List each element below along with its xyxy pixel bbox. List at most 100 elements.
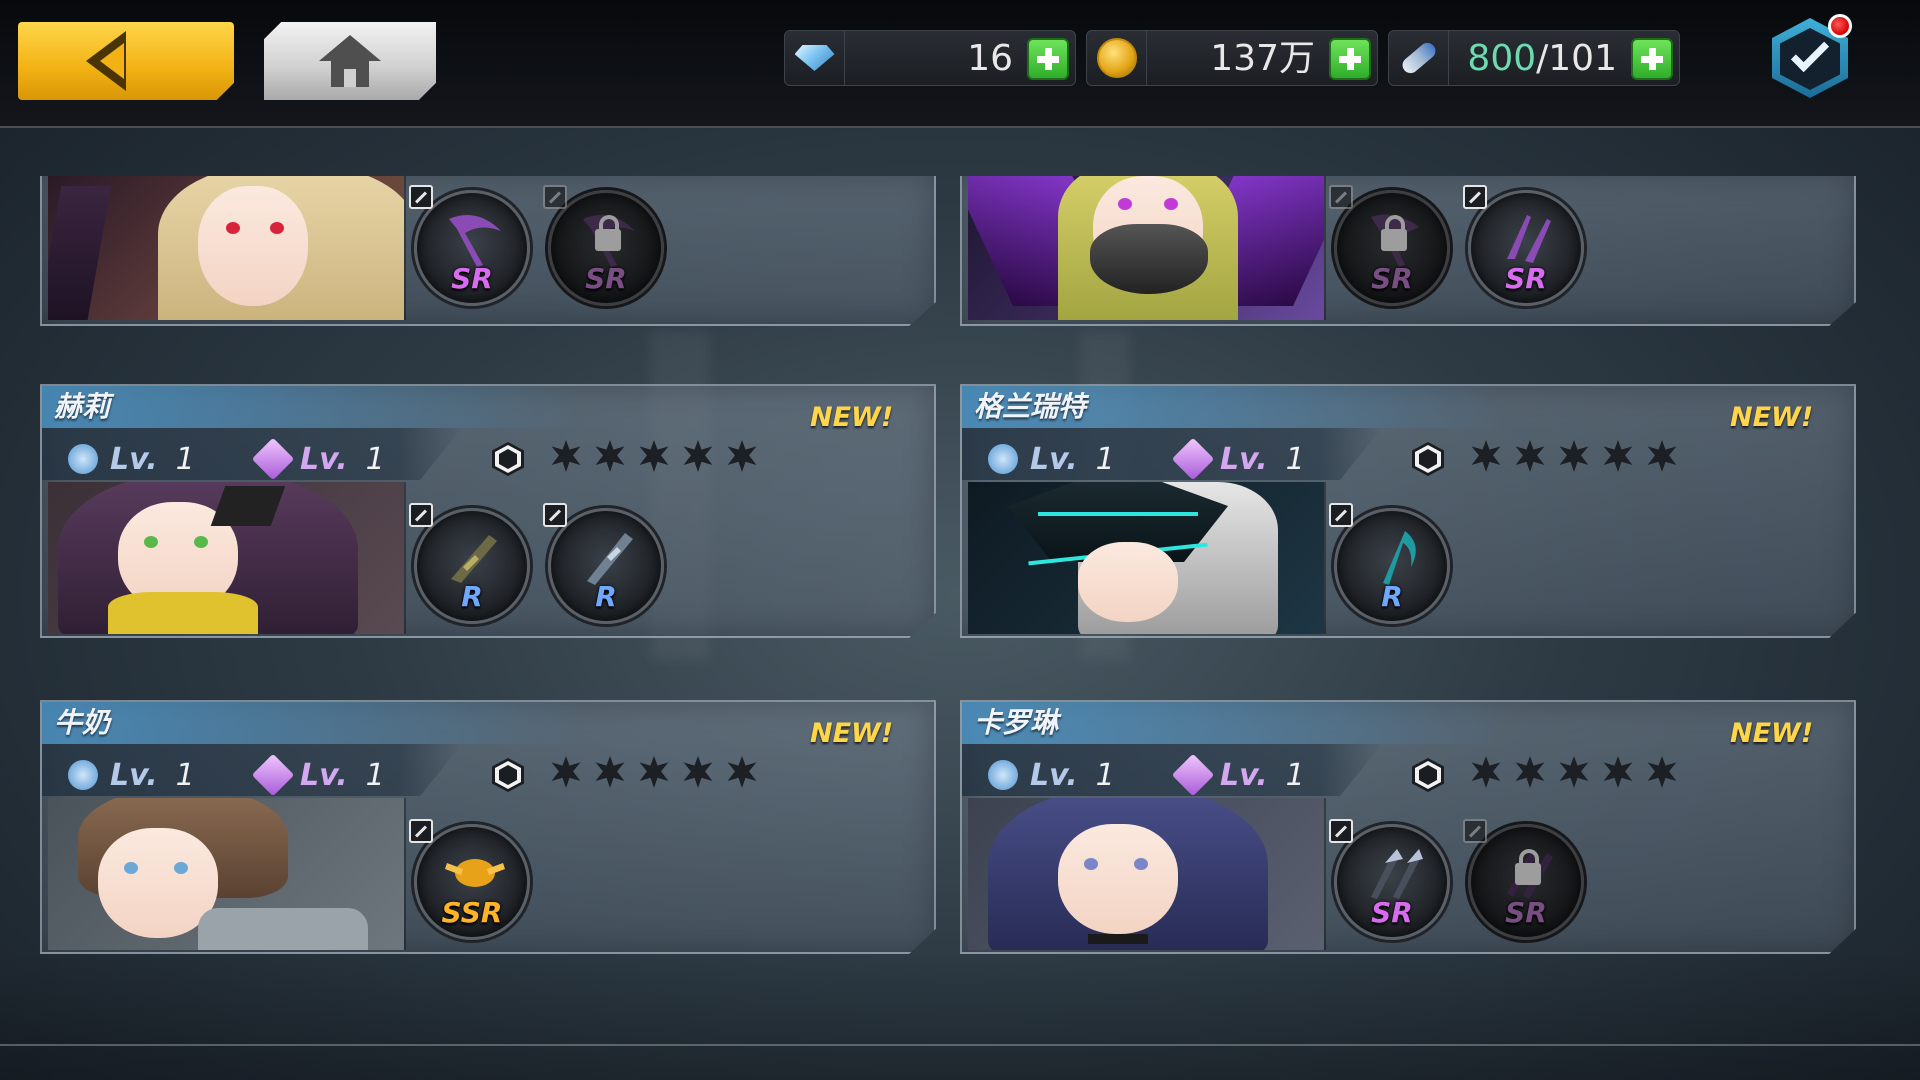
scythe-icon [1383, 531, 1416, 585]
star-icon [727, 756, 757, 788]
add-energy-button[interactable] [1631, 38, 1673, 80]
level-value: 1 [1095, 442, 1115, 477]
chevron-left-icon [86, 31, 126, 91]
star-icon [1647, 440, 1677, 472]
rarity-label: R [461, 580, 483, 613]
weapon-level-icon [254, 438, 298, 482]
weapon-level-value: 1 [365, 442, 385, 477]
edit-icon [409, 185, 433, 209]
new-badge: NEW! [1730, 402, 1814, 433]
blade-icon [587, 533, 633, 585]
star-icon [1603, 756, 1633, 788]
rarity-label: SR [1371, 896, 1413, 929]
lock-icon [595, 215, 621, 251]
gold-coin-icon [1096, 38, 1137, 78]
star-icon [1471, 440, 1501, 472]
star-rating [1470, 440, 1678, 472]
rarity-label: R [595, 580, 617, 613]
character-card[interactable]: 赫莉 NEW! Lv. 1 Lv. 1 R R [40, 384, 936, 638]
star-rating [550, 756, 758, 788]
weapon-level-icon [1174, 754, 1218, 798]
add-gold-button[interactable] [1329, 38, 1371, 80]
character-card[interactable]: 格兰瑞特 NEW! Lv. 1 Lv. 1 R [960, 384, 1856, 638]
energy-counter: 800/101 [1388, 30, 1680, 86]
character-portrait [48, 482, 406, 634]
character-level: Lv. 1 [64, 430, 195, 482]
star-icon [595, 756, 625, 788]
rarity-label: SR [451, 262, 493, 295]
level-value: 1 [1095, 758, 1115, 793]
character-name: 卡罗琳 [974, 706, 1059, 739]
star-icon [1559, 756, 1589, 788]
name-bar [42, 386, 582, 428]
lv-label: Lv. [1030, 442, 1078, 477]
weapon-level-value: 1 [365, 758, 385, 793]
character-portrait [968, 798, 1326, 950]
weapon-slot[interactable]: SSR [409, 819, 530, 940]
star-icon [1603, 440, 1633, 472]
weapon-level: Lv. 1 [254, 430, 385, 482]
star-icon [551, 756, 581, 788]
claw-icon [1507, 215, 1551, 263]
character-level-icon [64, 754, 108, 798]
home-button[interactable] [264, 22, 436, 100]
new-badge: NEW! [810, 402, 894, 433]
energy-current: 800 [1467, 38, 1537, 79]
rarity-label: SSR [441, 896, 503, 929]
weapon-level-icon [254, 754, 298, 798]
mail-button[interactable] [1768, 14, 1852, 98]
energy-value: 800/101 [1467, 37, 1617, 81]
weapon-slot[interactable]: R [543, 503, 664, 624]
weapon-level-value: 1 [1285, 758, 1305, 793]
weapon-slot[interactable]: R [1329, 503, 1450, 624]
weapon-level-icon [1174, 438, 1218, 482]
character-card[interactable]: SR SR [40, 176, 936, 326]
rarity-label: SR [1371, 262, 1413, 295]
star-icon [551, 440, 581, 472]
weapon-slot[interactable]: SR [1463, 819, 1584, 940]
energy-max: 101 [1548, 38, 1617, 79]
diamond-counter: 16 [784, 30, 1076, 86]
dual-axe-icon [1371, 849, 1423, 899]
weapon-slot[interactable]: SR [409, 185, 530, 306]
character-card[interactable]: 牛奶 NEW! Lv. 1 Lv. 1 SSR [40, 700, 936, 954]
scythe-icon [449, 215, 501, 267]
lv-label: Lv. [300, 758, 348, 793]
star-rating [550, 440, 758, 472]
weapon-level: Lv. 1 [1174, 430, 1305, 482]
character-name: 牛奶 [54, 706, 111, 739]
character-level-icon [984, 438, 1028, 482]
edit-icon [543, 503, 567, 527]
weapon-slot[interactable]: SR [1329, 185, 1450, 306]
lv-label: Lv. [1220, 758, 1268, 793]
edit-icon [409, 503, 433, 527]
weapon-slot[interactable]: R [409, 503, 530, 624]
star-icon [727, 440, 757, 472]
rarity-label: SR [1505, 262, 1547, 295]
weapon-slot[interactable]: SR [1329, 819, 1450, 940]
new-badge: NEW! [1730, 718, 1814, 749]
character-portrait [968, 482, 1326, 634]
level-value: 1 [175, 442, 195, 477]
notification-dot [1828, 14, 1852, 38]
star-icon [639, 440, 669, 472]
back-button[interactable] [18, 22, 234, 100]
divider [0, 1044, 1920, 1046]
rarity-label: R [1381, 580, 1403, 613]
diamond-icon [794, 45, 835, 71]
lock-icon [1515, 849, 1541, 885]
character-card[interactable]: 卡罗琳 NEW! Lv. 1 Lv. 1 SR SR [960, 700, 1856, 954]
add-diamond-button[interactable] [1027, 38, 1069, 80]
edit-icon [543, 185, 567, 209]
character-portrait [48, 798, 406, 950]
rarity-label: SR [585, 262, 627, 295]
edit-icon [1329, 819, 1353, 843]
weapon-slot[interactable]: SR [543, 185, 664, 306]
lv-label: Lv. [1030, 758, 1078, 793]
edit-icon [1329, 503, 1353, 527]
home-icon [319, 35, 381, 87]
character-card[interactable]: SR SR [960, 176, 1856, 326]
star-icon [1647, 756, 1677, 788]
star-icon [683, 440, 713, 472]
weapon-slot[interactable]: SR [1463, 185, 1584, 306]
